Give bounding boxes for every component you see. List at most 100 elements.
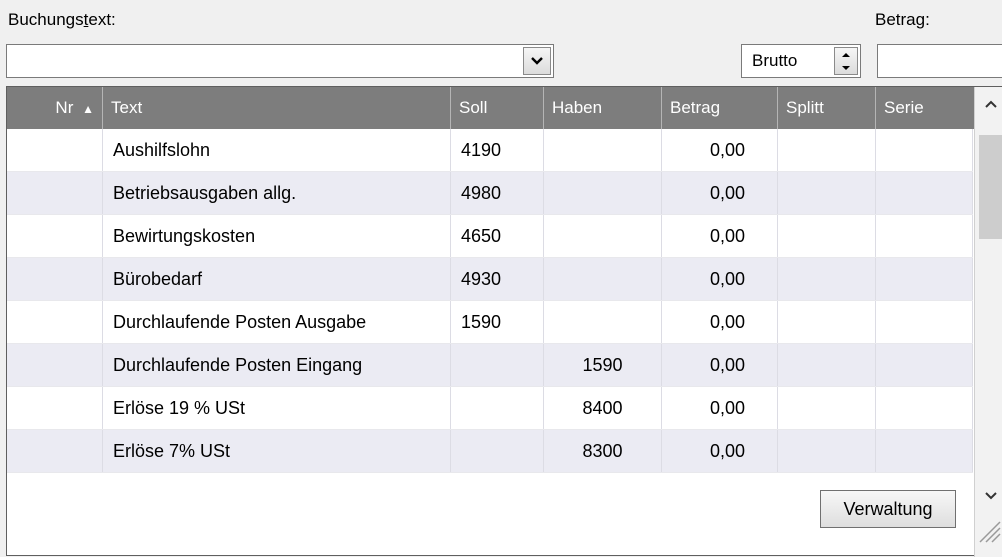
cell-haben[interactable]: 8300 <box>544 430 662 472</box>
cell-haben[interactable]: 8400 <box>544 387 662 429</box>
cell-soll[interactable] <box>451 430 544 472</box>
cell-text[interactable]: Erlöse 19 % USt <box>103 387 451 429</box>
betrag-input[interactable] <box>877 44 1002 78</box>
column-header-splitt[interactable]: Splitt <box>778 87 876 129</box>
cell-haben[interactable] <box>544 172 662 214</box>
cell-haben[interactable] <box>544 129 662 171</box>
cell-betrag[interactable]: 0,00 <box>662 430 778 472</box>
table-row[interactable]: Durchlaufende Posten Eingang 1590 0,00 <box>7 344 973 387</box>
cell-nr[interactable] <box>7 387 103 429</box>
booking-grid[interactable]: Nr ▲ Text Soll Haben Betrag Splitt Serie… <box>6 86 1002 557</box>
scroll-thumb[interactable] <box>979 135 1002 239</box>
cell-nr[interactable] <box>7 430 103 472</box>
cell-nr[interactable] <box>7 344 103 386</box>
triangle-down-icon <box>842 65 850 70</box>
betrag-label: Betrag: <box>875 10 930 30</box>
combo-dropdown-button[interactable] <box>523 47 551 75</box>
cell-soll[interactable]: 4930 <box>451 258 544 300</box>
buchungstext-label-part: Buchungs <box>8 10 84 29</box>
cell-betrag[interactable]: 0,00 <box>662 387 778 429</box>
column-header-text[interactable]: Text <box>103 87 451 129</box>
cell-soll[interactable] <box>451 387 544 429</box>
table-row[interactable]: Erlöse 7% USt 8300 0,00 <box>7 430 973 473</box>
buchungstext-combobox[interactable] <box>6 44 554 78</box>
cell-text[interactable]: Erlöse 7% USt <box>103 430 451 472</box>
cell-soll[interactable] <box>451 344 544 386</box>
spin-up-button[interactable] <box>835 48 857 61</box>
table-row[interactable]: Durchlaufende Posten Ausgabe 1590 0,00 <box>7 301 973 344</box>
cell-splitt[interactable] <box>778 344 876 386</box>
scroll-down-button[interactable] <box>975 479 1002 513</box>
column-header-soll[interactable]: Soll <box>451 87 544 129</box>
cell-betrag[interactable]: 0,00 <box>662 172 778 214</box>
table-row[interactable]: Aushilfslohn 4190 0,00 <box>7 129 973 172</box>
cell-serie[interactable] <box>876 344 973 386</box>
cell-splitt[interactable] <box>778 129 876 171</box>
cell-nr[interactable] <box>7 258 103 300</box>
cell-betrag[interactable]: 0,00 <box>662 258 778 300</box>
cell-text[interactable]: Durchlaufende Posten Ausgabe <box>103 301 451 343</box>
cell-soll[interactable]: 1590 <box>451 301 544 343</box>
column-header-betrag[interactable]: Betrag <box>662 87 778 129</box>
cell-haben[interactable]: 1590 <box>544 344 662 386</box>
table-row[interactable]: Erlöse 19 % USt 8400 0,00 <box>7 387 973 430</box>
grid-header: Nr ▲ Text Soll Haben Betrag Splitt Serie <box>22 87 974 129</box>
cell-text[interactable]: Bürobedarf <box>103 258 451 300</box>
cell-text[interactable]: Betriebsausgaben allg. <box>103 172 451 214</box>
cell-betrag[interactable]: 0,00 <box>662 215 778 257</box>
cell-soll[interactable]: 4650 <box>451 215 544 257</box>
cell-soll[interactable]: 4190 <box>451 129 544 171</box>
cell-serie[interactable] <box>876 387 973 429</box>
betrag-label-accesskey: g <box>915 10 926 29</box>
cell-serie[interactable] <box>876 172 973 214</box>
cell-betrag[interactable]: 0,00 <box>662 301 778 343</box>
column-header-label: Nr <box>55 98 74 117</box>
cell-nr[interactable] <box>7 215 103 257</box>
sort-ascending-icon: ▲ <box>82 102 94 116</box>
header-row-selector <box>7 87 22 129</box>
cell-text[interactable]: Aushilfslohn <box>103 129 451 171</box>
table-row[interactable]: Bewirtungskosten 4650 0,00 <box>7 215 973 258</box>
vertical-scrollbar[interactable] <box>974 87 1002 557</box>
betrag-label-part: : <box>925 10 930 29</box>
cell-text[interactable]: Durchlaufende Posten Eingang <box>103 344 451 386</box>
chevron-down-icon <box>531 57 543 65</box>
cell-haben[interactable] <box>544 301 662 343</box>
cell-serie[interactable] <box>876 430 973 472</box>
column-header-nr[interactable]: Nr ▲ <box>22 87 103 129</box>
cell-splitt[interactable] <box>778 301 876 343</box>
spin-down-button[interactable] <box>835 61 857 74</box>
buchungstext-input[interactable] <box>7 45 525 77</box>
cell-betrag[interactable]: 0,00 <box>662 129 778 171</box>
triangle-up-icon <box>842 52 850 57</box>
cell-splitt[interactable] <box>778 430 876 472</box>
cell-soll[interactable]: 4980 <box>451 172 544 214</box>
scroll-up-button[interactable] <box>975 87 1002 121</box>
buchungstext-label-part: ext: <box>88 10 116 29</box>
resize-grip-icon[interactable] <box>976 516 1002 544</box>
chevron-up-icon <box>985 100 997 108</box>
cell-splitt[interactable] <box>778 172 876 214</box>
verwaltung-button[interactable]: Verwaltung <box>820 490 956 528</box>
table-row[interactable]: Bürobedarf 4930 0,00 <box>7 258 973 301</box>
cell-haben[interactable] <box>544 215 662 257</box>
brutto-value: Brutto <box>752 51 798 70</box>
cell-serie[interactable] <box>876 129 973 171</box>
cell-splitt[interactable] <box>778 215 876 257</box>
cell-haben[interactable] <box>544 258 662 300</box>
cell-nr[interactable] <box>7 301 103 343</box>
cell-nr[interactable] <box>7 172 103 214</box>
cell-serie[interactable] <box>876 258 973 300</box>
column-header-serie[interactable]: Serie <box>876 87 974 129</box>
cell-text[interactable]: Bewirtungskosten <box>103 215 451 257</box>
brutto-spinner[interactable]: Brutto <box>741 44 861 78</box>
cell-serie[interactable] <box>876 301 973 343</box>
cell-splitt[interactable] <box>778 258 876 300</box>
cell-serie[interactable] <box>876 215 973 257</box>
column-header-haben[interactable]: Haben <box>544 87 662 129</box>
cell-betrag[interactable]: 0,00 <box>662 344 778 386</box>
table-row[interactable]: Betriebsausgaben allg. 4980 0,00 <box>7 172 973 215</box>
cell-splitt[interactable] <box>778 387 876 429</box>
cell-nr[interactable] <box>7 129 103 171</box>
spin-buttons[interactable] <box>834 47 858 75</box>
